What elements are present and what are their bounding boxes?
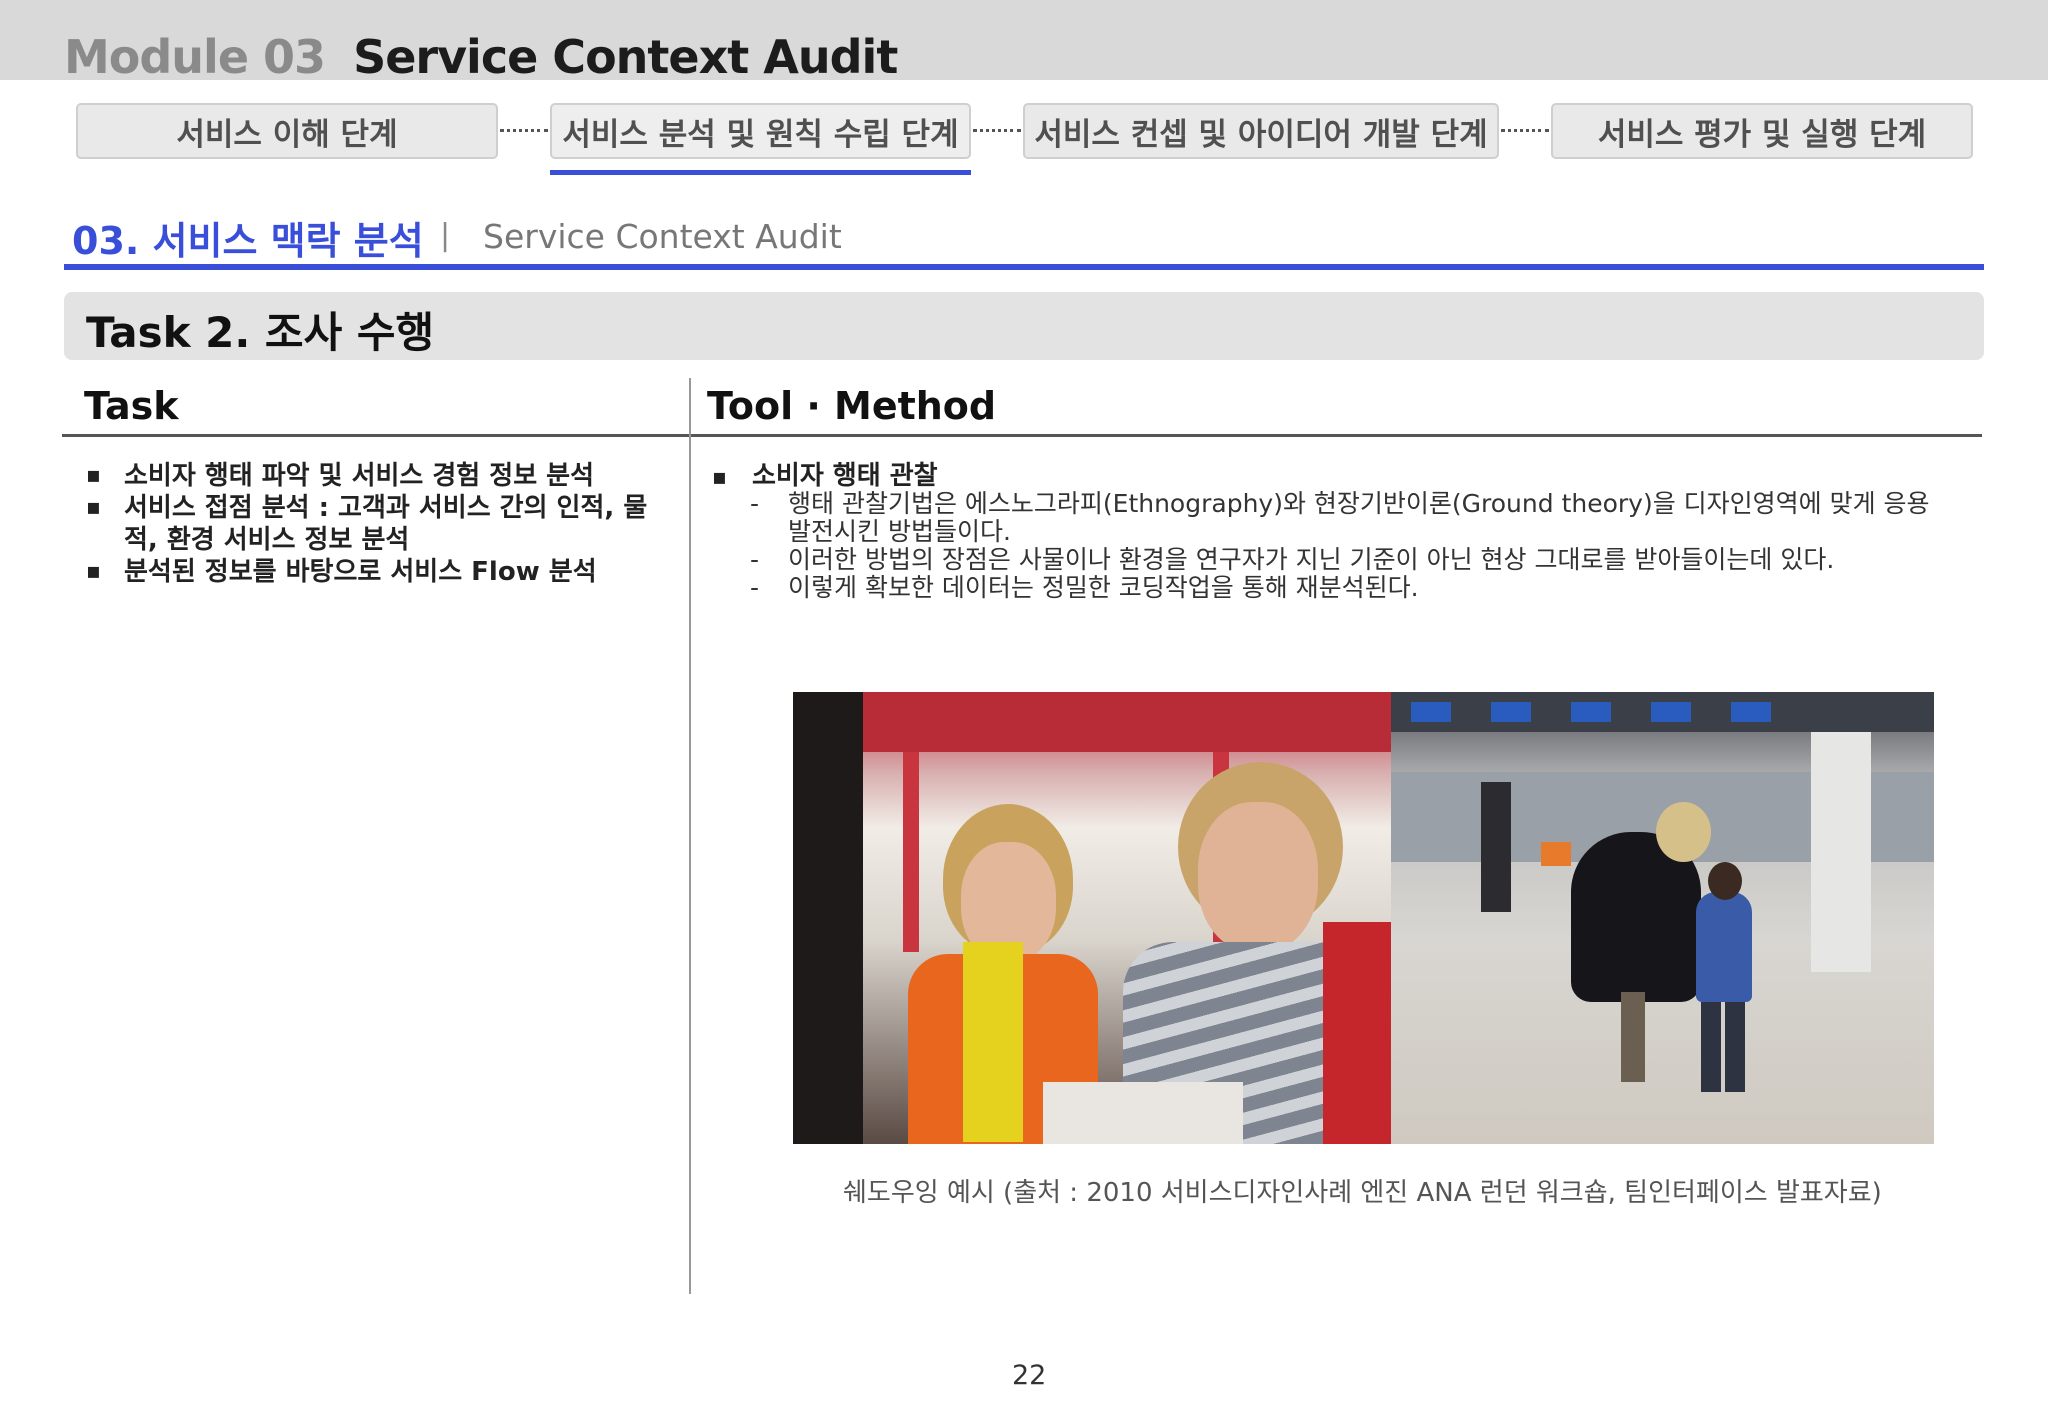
column-divider bbox=[689, 378, 691, 1294]
section-separator: | bbox=[440, 218, 451, 253]
active-step-indicator bbox=[550, 170, 971, 175]
list-item: 이러한 방법의 장점은 사물이나 환경을 연구자가 지닌 기준이 아닌 현상 그… bbox=[748, 546, 1948, 575]
step-connector bbox=[973, 129, 1021, 132]
module-label: Module 03 bbox=[64, 30, 326, 84]
shadowing-photo-right bbox=[1391, 692, 1934, 1144]
task-column-header: Task bbox=[84, 384, 179, 428]
section-subtitle: Service Context Audit bbox=[483, 217, 842, 256]
page-number: 22 bbox=[1012, 1360, 1047, 1391]
step-analysis[interactable]: 서비스 분석 및 원칙 수립 단계 bbox=[550, 103, 971, 159]
step-concept[interactable]: 서비스 컨셉 및 아이디어 개발 단계 bbox=[1023, 103, 1499, 159]
module-name: Service Context Audit bbox=[353, 30, 898, 84]
step-understanding[interactable]: 서비스 이해 단계 bbox=[76, 103, 498, 159]
step-connector bbox=[1501, 129, 1549, 132]
tool-column-header: Tool · Method bbox=[707, 384, 997, 428]
task-list: 소비자 행태 파악 및 서비스 경험 정보 분석 서비스 접점 분석 : 고객과… bbox=[84, 460, 664, 588]
bullet-icon: ▪ bbox=[712, 465, 727, 490]
tool-lines: 행태 관찰기법은 에스노그라피(Ethnography)와 현장기반이론(Gro… bbox=[748, 490, 1948, 603]
list-item: 이렇게 확보한 데이터는 정밀한 코딩작업을 통해 재분석된다. bbox=[748, 574, 1948, 603]
list-item: 서비스 접점 분석 : 고객과 서비스 간의 인적, 물적, 환경 서비스 정보… bbox=[84, 492, 664, 556]
list-item: 소비자 행태 파악 및 서비스 경험 정보 분석 bbox=[84, 460, 664, 492]
list-item: 행태 관찰기법은 에스노그라피(Ethnography)와 현장기반이론(Gro… bbox=[748, 490, 1948, 546]
task-title: Task 2. 조사 수행 bbox=[86, 308, 435, 357]
module-title: Module 03 Service Context Audit bbox=[64, 30, 898, 84]
header-rule bbox=[62, 434, 1982, 437]
section-title: 03. 서비스 맥락 분석 bbox=[72, 219, 424, 263]
step-connector bbox=[500, 129, 548, 132]
step-evaluation[interactable]: 서비스 평가 및 실행 단계 bbox=[1551, 103, 1973, 159]
list-item: 분석된 정보를 바탕으로 서비스 Flow 분석 bbox=[84, 556, 664, 588]
tool-heading-text: 소비자 행태 관찰 bbox=[752, 461, 938, 491]
photo-caption: 쉐도우잉 예시 (출처 : 2010 서비스디자인사례 엔진 ANA 런던 워크… bbox=[843, 1178, 1882, 1208]
section-rule bbox=[64, 264, 1984, 270]
shadowing-photo-left bbox=[793, 692, 1391, 1144]
